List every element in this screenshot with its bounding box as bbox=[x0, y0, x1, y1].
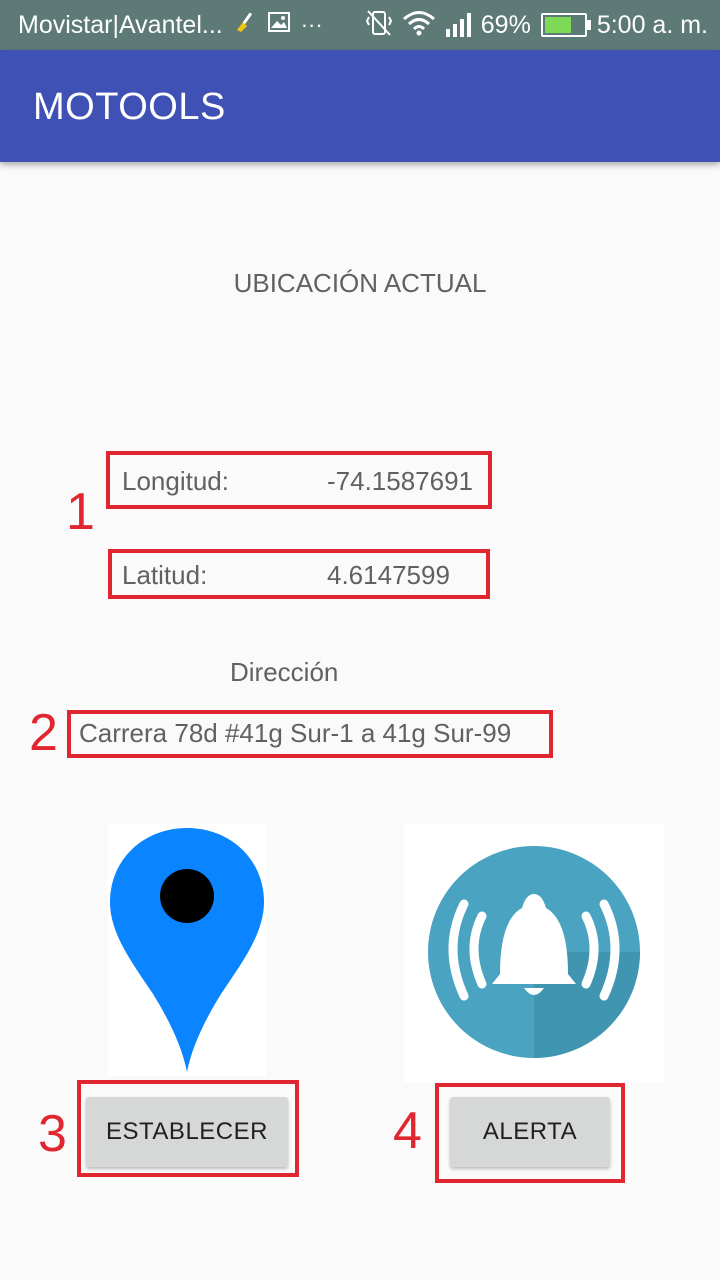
map-pin-icon bbox=[110, 828, 264, 1072]
longitude-label: Longitud: bbox=[122, 466, 229, 496]
battery-icon bbox=[540, 13, 591, 37]
alert-bell-image[interactable] bbox=[404, 824, 664, 1082]
map-pin-image[interactable] bbox=[108, 824, 266, 1076]
latitude-row: Latitud: 4.6147599 bbox=[0, 560, 720, 594]
signal-icon bbox=[445, 13, 471, 37]
wifi-icon bbox=[402, 10, 436, 41]
app-title: MOTOOLS bbox=[33, 86, 226, 128]
current-location-heading: UBICACIÓN ACTUAL bbox=[233, 268, 487, 298]
app-bar: MOTOOLS bbox=[0, 50, 720, 162]
longitude-row: Longitud: -74.1587691 bbox=[0, 466, 720, 500]
latitude-value: 4.6147599 bbox=[327, 560, 450, 590]
status-bar: Movistar|Avantel... ··· 69% 5:00 a. m. bbox=[0, 0, 720, 50]
more-icon: ··· bbox=[300, 12, 323, 37]
latitude-label: Latitud: bbox=[122, 560, 208, 590]
establecer-button[interactable]: ESTABLECER bbox=[86, 1097, 288, 1167]
annotation-number-2: 2 bbox=[29, 704, 58, 762]
annotation-number-3: 3 bbox=[38, 1105, 67, 1163]
address-value: Carrera 78d #41g Sur-1 a 41g Sur-99 bbox=[79, 718, 512, 748]
longitude-value: -74.1587691 bbox=[327, 466, 474, 496]
alerta-button[interactable]: ALERTA bbox=[450, 1097, 610, 1167]
status-right: 69% 5:00 a. m. bbox=[365, 0, 708, 50]
battery-percent: 69% bbox=[480, 10, 531, 39]
image-icon bbox=[267, 10, 291, 40]
annotation-number-4: 4 bbox=[393, 1102, 422, 1160]
annotation-number-1: 1 bbox=[66, 483, 95, 541]
broom-icon bbox=[233, 10, 257, 40]
alarm-bell-icon bbox=[428, 846, 640, 1058]
address-label: Dirección bbox=[230, 657, 339, 687]
vibrate-icon bbox=[365, 9, 392, 42]
clock: 5:00 a. m. bbox=[596, 10, 708, 39]
carrier-name: Movistar|Avantel... bbox=[18, 10, 223, 39]
